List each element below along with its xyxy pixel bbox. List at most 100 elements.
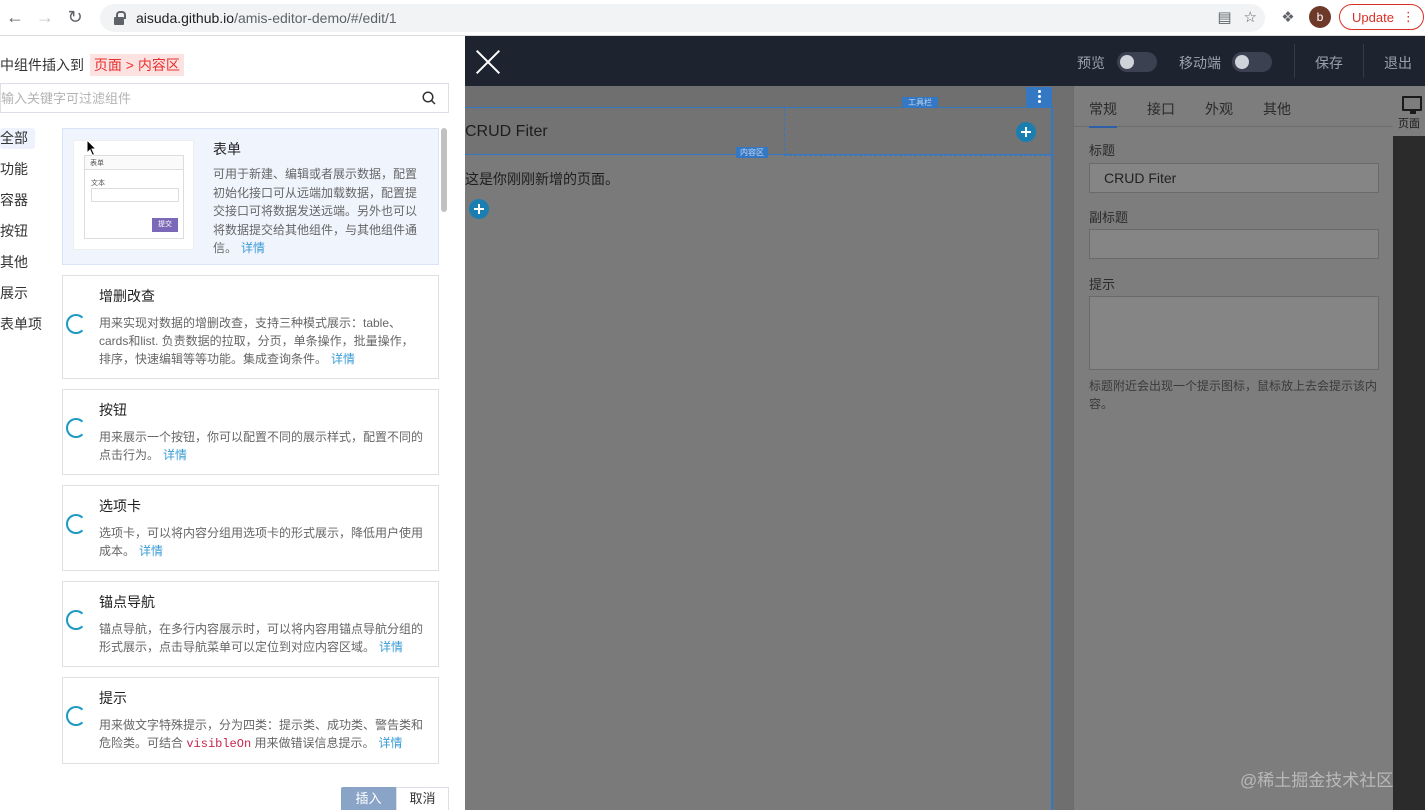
category-other[interactable]: 其他 [0,252,45,283]
star-icon[interactable]: ☆ [1244,8,1257,26]
component-card-crud[interactable]: 增删改查 用来实现对数据的增删改查，支持三种模式展示：table、cards和l… [62,275,439,379]
watermark: @稀土掘金技术社区 [1240,771,1394,790]
update-button[interactable]: Update ⋮ [1339,4,1424,30]
editor-canvas: CRUD Fiter 工具栏 内容区 这是你刚刚新增的页面。 [465,86,1073,810]
detail-link[interactable]: 详情 [379,736,403,750]
component-card-anchor-nav[interactable]: 锚点导航 锚点导航，在多行内容展示时，可以将内容用锚点导航分组的形式展示，点击导… [62,581,439,667]
avatar[interactable]: b [1309,6,1331,28]
category-all[interactable]: 全部 [0,128,35,149]
hint-textarea[interactable] [1089,296,1379,370]
page-preview: CRUD Fiter 工具栏 内容区 这是你刚刚新增的页面。 [465,87,1053,810]
page-header-region[interactable]: CRUD Fiter 工具栏 内容区 [465,87,1052,158]
topbar-divider [1363,44,1364,78]
title-field-label: 标题 [1089,143,1116,158]
lock-icon [114,11,126,25]
update-label: Update [1352,9,1394,25]
mobile-toggle[interactable] [1232,52,1272,72]
loading-spinner-icon [66,514,86,534]
properties-tabs: 常规 接口 外观 其他 [1074,86,1394,128]
search-icon[interactable] [422,91,436,105]
save-button[interactable]: 保存 [1315,53,1343,73]
filter-input[interactable] [1,84,411,112]
category-list: 全部 功能 容器 按钮 其他 展示 表单项 [0,128,45,345]
component-cards: 表单 文本 提交 表单 可用于新建、编辑或者展示数据，配置初始化接口可从远端加载… [62,128,439,768]
detail-link[interactable]: 详情 [331,352,355,366]
category-form-item[interactable]: 表单项 [0,314,45,345]
filter-box [0,83,449,113]
more-menu-icon[interactable] [1026,87,1052,107]
preview-label: 预览 [1077,55,1105,71]
insert-button[interactable]: 插入 [341,787,396,810]
insert-title-prefix: 中组件插入到 [0,57,84,73]
card-title: 锚点导航 [99,594,155,610]
crud-title[interactable]: CRUD Fiter [465,123,548,141]
forward-arrow-icon[interactable]: → [30,3,60,33]
subtitle-field-label: 副标题 [1089,210,1129,225]
category-button[interactable]: 按钮 [0,221,45,252]
tab-other[interactable]: 其他 [1263,99,1291,119]
cancel-button[interactable]: 取消 [396,787,449,810]
toolbar-region[interactable] [784,108,1052,156]
component-card-tabs[interactable]: 选项卡 选项卡，可以将内容分组用选项卡的形式展示，降低用户使用成本。 详情 [62,485,439,571]
code-snippet: visibleOn [186,737,252,751]
tab-appearance[interactable]: 外观 [1205,99,1233,119]
toolbar-region-tag: 工具栏 [902,97,938,108]
extensions-puzzle-icon[interactable]: ❖ [1275,4,1301,30]
card-title: 提示 [99,690,127,706]
thumb-field-label: 文本 [91,180,105,187]
card-desc: 用来实现对数据的增删改查，支持三种模式展示：table、cards和list. … [99,316,414,366]
subtitle-field[interactable] [1089,229,1379,259]
back-arrow-icon[interactable]: ← [0,3,30,33]
component-card-button[interactable]: 按钮 用来展示一个按钮，你可以配置不同的展示样式，配置不同的点击行为。 详情 [62,389,439,475]
properties-panel: 常规 接口 外观 其他 标题 CRUD Fiter 副标题 提示 标题附近会出现… [1073,86,1394,810]
browser-toolbar: ← → ↻ aisuda.github.io/amis-editor-demo/… [0,0,1425,36]
mobile-label: 移动端 [1179,55,1221,71]
thumb-field-input [91,188,179,202]
url-host: aisuda.github.io [136,10,235,26]
card-desc: 用来展示一个按钮，你可以配置不同的展示样式，配置不同的点击行为。 详情 [99,430,424,462]
card-title: 表单 [213,141,241,157]
cards-scrollbar[interactable] [441,128,447,212]
detail-link[interactable]: 详情 [379,640,403,654]
add-toolbar-plus-icon[interactable] [1016,122,1036,142]
detail-link[interactable]: 详情 [241,241,265,255]
reload-icon[interactable]: ↻ [60,3,90,33]
hint-help-text: 标题附近会出现一个提示图标，鼠标放上去会提示该内容。 [1089,379,1378,411]
kebab-menu-icon: ⋮ [1401,9,1415,24]
card-desc: 锚点导航，在多行内容展示时，可以将内容用锚点导航分组的形式展示，点击导航菜单可以… [99,622,424,654]
card-title: 按钮 [99,402,127,418]
thumb-form-title: 表单 [85,156,183,170]
title-field[interactable]: CRUD Fiter [1089,163,1379,193]
exit-button[interactable]: 退出 [1384,53,1412,73]
insert-component-panel: 中组件插入到 页面 > 内容区 全部 功能 容器 按钮 其他 展示 表单项 表单… [0,36,465,810]
card-desc: 用来做文字特殊提示，分为四类：提示类、成功类、警告类和危险类。可结合 visib… [99,718,424,751]
loading-spinner-icon [66,706,86,726]
category-container[interactable]: 容器 [0,190,45,221]
url-path: /amis-editor-demo/#/edit/1 [234,10,397,26]
hint-field-label: 提示 [1089,277,1116,292]
detail-link[interactable]: 详情 [139,544,163,558]
component-card-form[interactable]: 表单 文本 提交 表单 可用于新建、编辑或者展示数据，配置初始化接口可从远端加载… [62,128,439,265]
insert-target-crumb: 页面 > 内容区 [89,54,184,76]
side-strip [1393,86,1425,810]
detail-link[interactable]: 详情 [163,448,187,462]
thumb-submit: 提交 [152,218,178,232]
address-bar[interactable]: aisuda.github.io/amis-editor-demo/#/edit… [100,4,1265,32]
card-desc: 可用于新建、编辑或者展示数据，配置初始化接口可从远端加载数据，配置提交接口可将数… [213,167,418,255]
card-title: 选项卡 [99,498,141,514]
close-icon[interactable] [473,46,503,76]
content-region-tag: 内容区 [736,147,768,158]
preview-toggle[interactable] [1117,52,1157,72]
editor-area: 预览 移动端 保存 退出 CRUD Fiter 工具栏 内容区 这是你刚刚新增的… [465,36,1425,810]
tab-api[interactable]: 接口 [1147,99,1175,119]
monitor-icon[interactable] [1402,96,1422,114]
add-content-plus-icon[interactable] [469,199,489,219]
category-display[interactable]: 展示 [0,283,45,314]
component-card-alert[interactable]: 提示 用来做文字特殊提示，分为四类：提示类、成功类、警告类和危险类。可结合 vi… [62,677,439,764]
category-function[interactable]: 功能 [0,159,45,190]
loading-spinner-icon [66,314,86,334]
topbar-divider [1294,44,1295,78]
clipboard-icon[interactable]: ▤ [1217,8,1231,26]
tab-general[interactable]: 常规 [1089,99,1117,128]
mouse-cursor-icon [86,139,98,157]
